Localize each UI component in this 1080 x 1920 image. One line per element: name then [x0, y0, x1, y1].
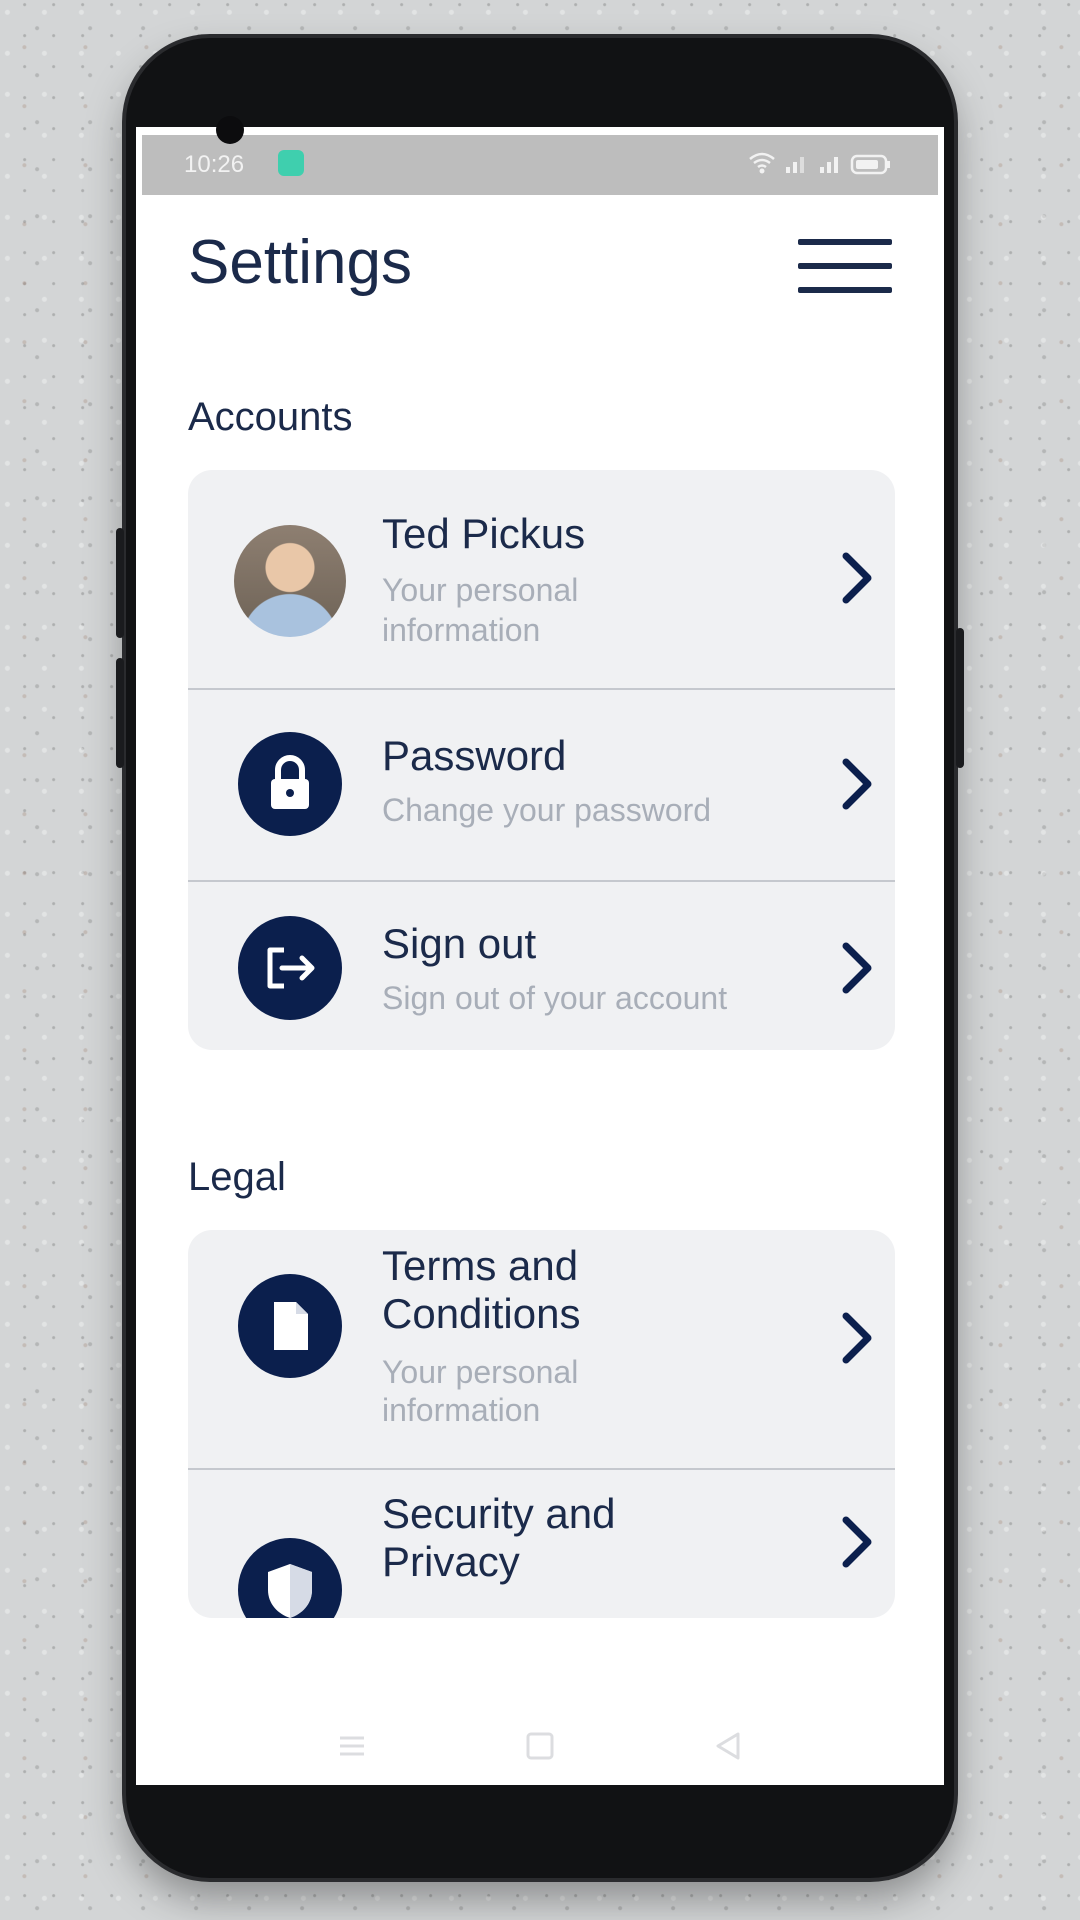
status-icons: [748, 149, 898, 183]
password-row[interactable]: Password Change your password: [188, 690, 895, 880]
section-title-accounts: Accounts: [188, 395, 353, 439]
profile-name: Ted Pickus: [382, 510, 586, 557]
menu-line-icon: [798, 239, 892, 245]
user-avatar: [234, 525, 346, 637]
shield-icon: [268, 1564, 312, 1618]
page-title: Settings: [188, 228, 413, 297]
menu-line-icon: [798, 263, 892, 269]
profile-subtitle-line2: information: [382, 612, 541, 648]
home-icon[interactable]: [524, 1730, 556, 1762]
volume-down-button: [116, 658, 124, 768]
terms-subtitle-line2: information: [382, 1392, 541, 1428]
lock-icon: [271, 755, 309, 809]
chevron-right-icon: [842, 1516, 872, 1568]
section-title-legal: Legal: [188, 1155, 286, 1199]
recents-icon[interactable]: [336, 1730, 368, 1762]
system-nav-bar: [136, 1712, 944, 1782]
menu-line-icon: [798, 287, 892, 293]
password-subtitle: Change your password: [382, 792, 712, 828]
terms-title-line2: Conditions: [382, 1290, 581, 1337]
chevron-right-icon: [842, 942, 872, 994]
app-screen: 10:26 Settings Accounts Ted Pickus Your …: [136, 127, 944, 1785]
app-notification-icon: [278, 150, 304, 176]
lock-icon-badge: [238, 732, 342, 836]
sign-out-row[interactable]: Sign out Sign out of your account: [188, 882, 895, 1050]
profile-row[interactable]: Ted Pickus Your personal information: [188, 470, 895, 688]
legal-card: Terms and Conditions Your personal infor…: [188, 1230, 895, 1618]
volume-up-button: [116, 528, 124, 638]
status-bar: 10:26: [142, 135, 938, 195]
system-status-icons: [749, 152, 890, 175]
terms-subtitle-line1: Your personal: [382, 1354, 579, 1390]
profile-subtitle-line1: Your personal: [382, 572, 579, 608]
status-time: 10:26: [184, 151, 245, 178]
sign-out-subtitle: Sign out of your account: [382, 980, 728, 1016]
security-privacy-row[interactable]: Security and Privacy: [188, 1470, 895, 1618]
security-title-line1: Security and: [382, 1490, 616, 1537]
front-camera: [216, 116, 244, 144]
sign-out-title: Sign out: [382, 920, 537, 967]
terms-row[interactable]: Terms and Conditions Your personal infor…: [188, 1230, 895, 1468]
accounts-card: Ted Pickus Your personal information Pas…: [188, 470, 895, 1050]
shield-icon-badge: [238, 1538, 342, 1618]
power-button: [956, 628, 964, 768]
hamburger-menu-button[interactable]: [798, 237, 892, 297]
terms-title-line1: Terms and: [382, 1242, 579, 1289]
chevron-right-icon: [842, 552, 872, 604]
security-title-line2: Privacy: [382, 1538, 520, 1585]
document-icon-badge: [238, 1274, 342, 1378]
sign-out-icon: [267, 947, 315, 989]
password-title: Password: [382, 732, 567, 779]
sign-out-icon-badge: [238, 916, 342, 1020]
back-icon[interactable]: [712, 1730, 744, 1762]
document-icon: [274, 1302, 308, 1350]
chevron-right-icon: [842, 1312, 872, 1364]
chevron-right-icon: [842, 758, 872, 810]
